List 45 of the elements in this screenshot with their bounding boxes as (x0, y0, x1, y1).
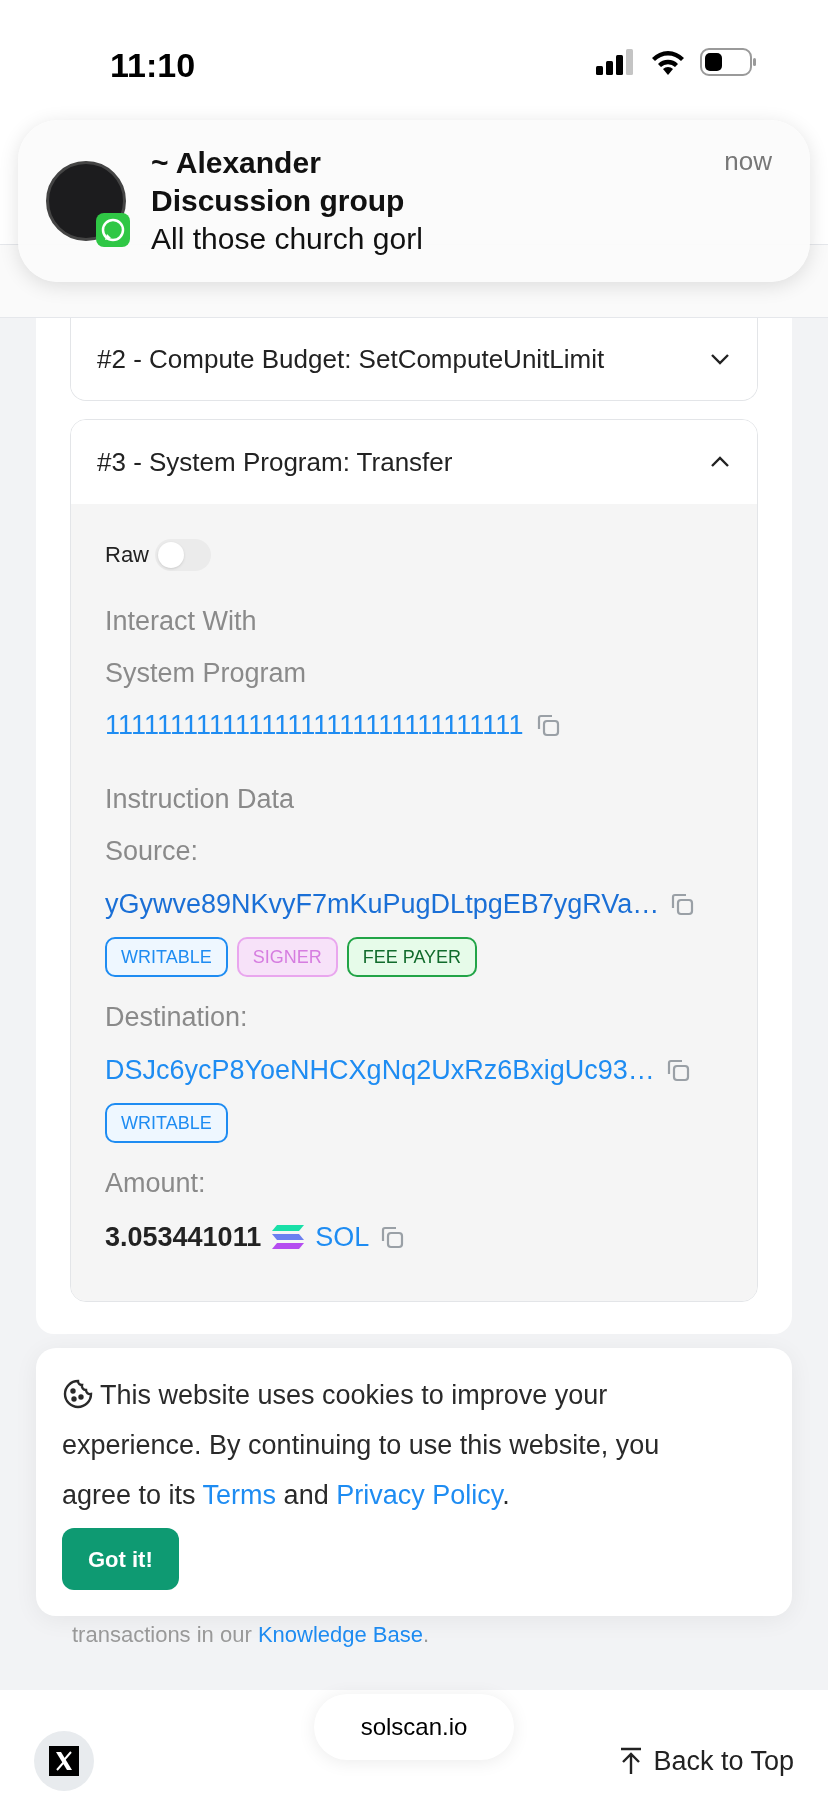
raw-toggle[interactable] (155, 538, 211, 571)
x-logo-icon (49, 1746, 79, 1776)
account-tag: SIGNER (236, 937, 338, 977)
account-tag: FEE PAYER (346, 937, 478, 977)
notification-banner[interactable]: ~ Alexander Discussion group All those church gorl now (18, 120, 810, 282)
url-pill[interactable]: solscan.io (314, 1694, 514, 1760)
notification-time: now (724, 145, 772, 178)
notification-sender: ~ Alexander (151, 145, 322, 181)
account-address-link[interactable]: DSJc6ycP8YoeNHCXgNq2UxRz6BxigUc93… (105, 1043, 655, 1097)
footer-note: transactions in our Knowledge Base. (72, 1621, 431, 1649)
account-tag: WRITABLE (105, 1103, 228, 1143)
status-time: 11:10 (110, 45, 196, 86)
chevron-down-icon[interactable] (709, 352, 731, 366)
cookie-message: This website uses cookies to improve your experience. By continuing to use this website, you agree to its Terms and Privacy Policy. (62, 1370, 766, 1520)
account-tag: WRITABLE (105, 937, 228, 977)
back-to-top-button[interactable]: Back to Top (619, 1740, 794, 1782)
accept-cookies-button[interactable]: Got it! (62, 1528, 179, 1590)
program-name: System Program (105, 657, 308, 690)
instruction-data-label: Instruction Data (105, 783, 296, 816)
url-text: solscan.io (360, 1712, 468, 1742)
copy-icon[interactable] (379, 1224, 406, 1250)
account-label: Source: (105, 835, 200, 868)
battery-icon (700, 48, 758, 76)
notification-message: All those church gorl (151, 221, 423, 257)
arrow-up-icon (619, 1747, 644, 1775)
wifi-icon (650, 49, 686, 75)
cookie-icon (62, 1377, 94, 1410)
account-address-link[interactable]: yGywve89NKvyF7mKuPugDLtpgEB7ygRVa… (105, 877, 660, 931)
amount-value: 3.053441011 (105, 1221, 262, 1254)
account-label: Destination: (105, 1001, 249, 1034)
chevron-up-icon[interactable] (709, 455, 731, 469)
privacy-policy-link[interactable]: Privacy Policy (336, 1480, 503, 1510)
knowledge-base-link[interactable]: Knowledge Base (257, 1622, 423, 1647)
program-address-link[interactable]: 11111111111111111111111111111111 (105, 699, 524, 751)
token-link[interactable]: SOL (315, 1209, 370, 1265)
solana-icon (271, 1224, 306, 1250)
copy-icon[interactable] (535, 712, 562, 738)
terms-link[interactable]: Terms (202, 1480, 277, 1510)
signal-icon (596, 49, 636, 75)
interact-label: Interact With (105, 605, 258, 638)
amount-label: Amount: (105, 1167, 207, 1200)
raw-label: Raw (105, 541, 149, 569)
chat-app-icon (96, 213, 130, 247)
notification-group: Discussion group (151, 182, 423, 220)
copy-icon[interactable] (669, 891, 696, 917)
